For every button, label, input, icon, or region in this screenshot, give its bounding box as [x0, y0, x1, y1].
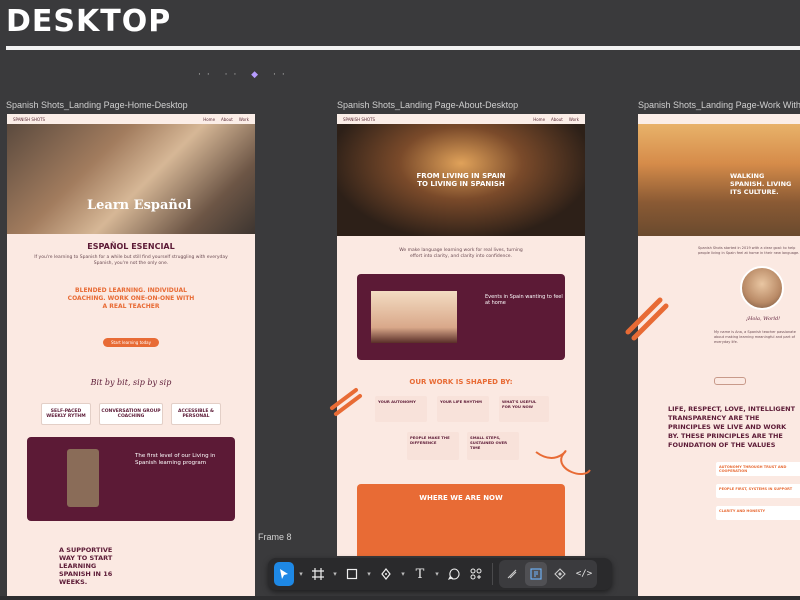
supportive-text: A SUPPORTIVE WAY TO START LEARNING SPANI… — [59, 546, 113, 586]
frame-nav: SPANISH SHOTS Home About Work — [337, 114, 585, 124]
chevron-down-icon[interactable]: ▾ — [398, 570, 408, 578]
where-card: WHERE WE ARE NOW — [357, 484, 565, 556]
dev-mode-icon[interactable]: </> — [573, 562, 595, 586]
design-mode-icon[interactable] — [525, 562, 547, 586]
pen-tool-icon[interactable] — [376, 562, 396, 586]
draw-mode-icon[interactable] — [501, 562, 523, 586]
selection-dots: ·· ·· ◆ ·· — [198, 70, 291, 80]
read-more-button[interactable] — [714, 377, 746, 385]
frame-label-about[interactable]: Spanish Shots_Landing Page-About-Desktop — [337, 100, 518, 110]
section-title: ESPAÑOL ESENCIAL — [87, 242, 175, 251]
feature-box: ACCESSIBLE & PERSONAL — [171, 403, 221, 425]
components-tool-icon[interactable] — [466, 562, 486, 586]
blended-text: BLENDED LEARNING. INDIVIDUAL COACHING. W… — [67, 287, 195, 310]
avatar — [740, 266, 784, 310]
events-title: Events in Spain wanting to feel at home — [485, 294, 563, 306]
horizontal-scrollbar[interactable] — [0, 596, 800, 600]
section-title: OUR WORK IS SHAPED BY: — [409, 378, 513, 386]
program-title: The first level of our Living in Spanish… — [135, 453, 216, 466]
bottom-toolbar: ▾ ▾ ▾ ▾ T ▾ </> — [268, 558, 612, 590]
move-tool-icon[interactable] — [274, 562, 294, 586]
program-card: The first level of our Living in Spanish… — [27, 437, 235, 521]
work-card: PEOPLE MAKE THE DIFFERENCE — [407, 432, 459, 460]
feature-box: CONVERSATION GROUP COACHING — [99, 403, 163, 425]
heading-rule — [6, 46, 800, 50]
prototype-mode-icon[interactable] — [549, 562, 571, 586]
shape-tool-icon[interactable] — [342, 562, 362, 586]
frame-nav: SPANISH SHOTS Home About Work — [7, 114, 255, 124]
values-title: LIFE, RESPECT, LOVE, INTELLIGENT TRANSPA… — [668, 405, 796, 449]
hero-text: FROM LIVING IN SPAIN TO LIVING IN SPANIS… — [416, 172, 506, 188]
hero-image: FROM LIVING IN SPAIN TO LIVING IN SPANIS… — [337, 124, 585, 236]
comment-tool-icon[interactable] — [444, 562, 464, 586]
hero-text: Learn Español — [87, 198, 192, 213]
video-thumbnail[interactable] — [67, 449, 99, 507]
frame-home[interactable]: SPANISH SHOTS Home About Work Learn Españo… — [7, 114, 255, 600]
hero-image: WALKING SPANISH. LIVING ITS CULTURE. — [638, 124, 800, 236]
frame-about[interactable]: SPANISH SHOTS Home About Work FROM LIVING … — [337, 114, 585, 556]
frame8-label[interactable]: Frame 8 — [258, 532, 292, 542]
logo: SPANISH SHOTS — [13, 116, 46, 122]
feature-box: SELF-PACED WEEKLY RYTHM — [41, 403, 91, 425]
toolbar-divider — [492, 563, 493, 585]
chevron-down-icon[interactable]: ▾ — [432, 570, 442, 578]
frame-tool-icon[interactable] — [308, 562, 328, 586]
work-card: WHAT'S USEFUL FOR YOU NOW — [499, 396, 549, 422]
events-card: Events in Spain wanting to feel at home — [357, 274, 565, 360]
frame-work[interactable]: WALKING SPANISH. LIVING ITS CULTURE. Spa… — [638, 114, 800, 600]
diamond-icon: ◆ — [251, 70, 265, 80]
hero-text: WALKING SPANISH. LIVING ITS CULTURE. — [730, 172, 792, 196]
value-item: CLARITY AND HONESTY — [716, 506, 800, 520]
events-image — [371, 291, 457, 343]
where-title: WHERE WE ARE NOW — [419, 494, 503, 502]
chevron-down-icon[interactable]: ▾ — [296, 570, 306, 578]
chevron-down-icon[interactable]: ▾ — [364, 570, 374, 578]
frame-label-home[interactable]: Spanish Shots_Landing Page-Home-Desktop — [6, 100, 188, 110]
canvas-heading: DESKTOP — [6, 4, 172, 39]
frame-label-work[interactable]: Spanish Shots_Landing Page-Work With Us-… — [638, 100, 800, 110]
greeting: ¡Hola, World! — [746, 316, 781, 322]
frame-nav — [638, 114, 800, 124]
value-item: PEOPLE FIRST, SYSTEMS IN SUPPORT — [716, 484, 800, 498]
chevron-down-icon[interactable]: ▾ — [330, 570, 340, 578]
work-card: YOUR AUTONOMY — [375, 396, 427, 422]
logo: SPANISH SHOTS — [343, 116, 376, 122]
cta-button[interactable]: Start learning today — [102, 338, 159, 347]
text-tool-icon[interactable]: T — [410, 562, 430, 586]
value-item: AUTONOMY THROUGH TRUST AND COOPERATION — [716, 462, 800, 476]
hero-image: Learn Español — [7, 124, 255, 234]
work-card: YOUR LIFE RHYTHM — [437, 396, 489, 422]
mode-switcher: </> — [499, 560, 597, 588]
work-card: SMALL STEPS, SUSTAINED OVER TIME — [467, 432, 519, 460]
tagline: Bit by bit, sip by sip — [90, 378, 172, 387]
